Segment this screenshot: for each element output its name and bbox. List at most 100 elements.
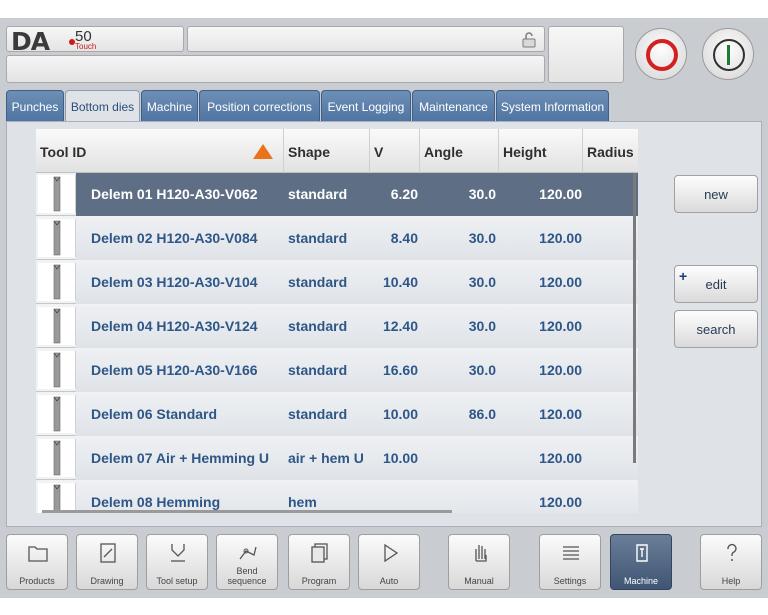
stop-button[interactable]	[635, 28, 687, 80]
cell-v: 16.60	[382, 362, 418, 378]
tab-punches[interactable]: Punches	[6, 90, 64, 122]
cell-height: 120.00	[539, 318, 582, 334]
table-row[interactable]: Delem 02 H120-A30-V084 standard 8.40 30.0 12…	[36, 217, 638, 260]
cell-id: Delem 03 H120-A30-V104	[91, 274, 258, 290]
logo: DA 50 Touch	[6, 26, 184, 56]
table-row[interactable]: Delem 04 H120-A30-V124 standard 12.40 30.0 1…	[36, 305, 638, 348]
col-shape[interactable]: Shape	[284, 129, 370, 173]
machine-label: Machine	[623, 576, 659, 586]
search-button[interactable]: search	[674, 310, 758, 348]
cell-height: 120.00	[539, 362, 582, 378]
auto-button[interactable]: Auto	[358, 534, 420, 590]
cell-height: 120.00	[539, 274, 582, 290]
cell-id: Delem 08 Hemming	[91, 494, 221, 510]
die-thumbnail-icon	[38, 351, 76, 389]
status-bar	[6, 55, 545, 83]
col-radius[interactable]: Radius	[583, 129, 638, 173]
hand-icon	[475, 545, 487, 562]
program-button[interactable]: Program	[288, 534, 350, 590]
settings-button[interactable]: Settings	[539, 534, 601, 590]
tool-setup-icon	[171, 544, 185, 562]
cell-id: Delem 04 H120-A30-V124	[91, 318, 258, 334]
col-v[interactable]: V	[370, 129, 420, 173]
cell-shape: standard	[288, 230, 348, 246]
question-icon	[727, 543, 737, 561]
program-icon	[311, 543, 328, 563]
help-label: Help	[721, 576, 741, 586]
tool-setup-button[interactable]: Tool setup	[146, 534, 208, 590]
cell-id: Delem 06 Standard	[91, 406, 218, 422]
folder-icon	[28, 546, 48, 562]
die-thumbnail-icon	[38, 483, 76, 513]
vertical-scrollbar[interactable]	[633, 173, 636, 463]
table-row[interactable]: Delem 06 Standard standard 10.00 86.0 120.00	[36, 393, 638, 436]
col-angle[interactable]: Angle	[420, 129, 499, 173]
cell-id: Delem 02 H120-A30-V084	[91, 230, 258, 246]
tab-event-logging[interactable]: Event Logging	[321, 90, 411, 122]
cell-angle: 86.0	[468, 406, 496, 422]
cell-v: 10.00	[382, 406, 418, 422]
col-height[interactable]: Height	[499, 129, 583, 173]
cell-shape: standard	[288, 318, 348, 334]
bottom-dies-table: Tool ID Shape V Angle Height Radius Dele…	[36, 129, 638, 513]
header-blank-panel	[548, 26, 624, 83]
cell-angle: 30.0	[468, 362, 496, 378]
cell-shape: standard	[288, 362, 348, 378]
title-bar	[187, 26, 545, 52]
die-thumbnail-icon	[38, 175, 76, 213]
die-thumbnail-icon	[38, 219, 76, 257]
manual-button[interactable]: Manual	[448, 534, 510, 590]
products-button[interactable]: Products	[6, 534, 68, 590]
col-tool-id[interactable]: Tool ID	[36, 129, 284, 173]
cell-height: 120.00	[539, 230, 582, 246]
cell-angle: 30.0	[468, 230, 496, 246]
tab-bottom-dies[interactable]: Bottom dies	[65, 90, 140, 124]
cell-shape: air + hem U	[288, 450, 364, 466]
die-thumbnail-icon	[38, 263, 76, 301]
settings-label: Settings	[553, 576, 587, 586]
unlock-icon[interactable]	[522, 32, 536, 48]
cell-shape: standard	[288, 186, 348, 202]
drawing-icon	[100, 543, 116, 563]
play-icon	[384, 543, 399, 563]
cell-shape: hem	[288, 494, 317, 510]
cell-id: Delem 01 H120-A30-V062	[91, 186, 258, 202]
edit-button[interactable]: + edit	[674, 265, 758, 303]
table-row[interactable]: Delem 05 H120-A30-V166 standard 16.60 30.0 1…	[36, 349, 638, 392]
die-thumbnail-icon	[38, 307, 76, 345]
tab-position-corrections[interactable]: Position corrections	[199, 90, 320, 122]
help-button[interactable]: Help	[700, 534, 762, 590]
start-button[interactable]	[702, 28, 754, 80]
cell-height: 120.00	[539, 494, 582, 510]
cell-v: 6.20	[390, 186, 418, 202]
machine-icon	[636, 544, 648, 562]
table-header: Tool ID Shape V Angle Height Radius	[36, 129, 638, 173]
cell-angle: 30.0	[468, 186, 496, 202]
products-label: Products	[19, 576, 55, 586]
stop-icon	[646, 39, 678, 71]
settings-list-icon	[563, 546, 579, 560]
sort-ascending-icon[interactable]	[253, 144, 273, 159]
cell-shape: standard	[288, 406, 348, 422]
cell-height: 120.00	[539, 450, 582, 466]
tab-machine[interactable]: Machine	[141, 90, 198, 122]
horizontal-scrollbar[interactable]	[42, 510, 452, 513]
tab-system-information[interactable]: System Information	[496, 90, 609, 122]
table-row[interactable]: Delem 01 H120-A30-V062 standard 6.20 30.0 12…	[36, 173, 638, 216]
table-row[interactable]: Delem 08 Hemming hem 120.00	[36, 481, 638, 513]
cell-height: 120.00	[539, 406, 582, 422]
plus-icon: +	[679, 268, 688, 284]
cell-v: 8.40	[390, 230, 418, 246]
logo-sub: Touch	[75, 42, 97, 51]
tab-maintenance[interactable]: Maintenance	[412, 90, 495, 122]
bend-sequence-button[interactable]: Bend sequence	[216, 534, 278, 590]
tool-setup-label: Tool setup	[156, 576, 198, 586]
table-row[interactable]: Delem 07 Air + Hemming U air + hem U 10.00…	[36, 437, 638, 480]
drawing-button[interactable]: Drawing	[76, 534, 138, 590]
table-row[interactable]: Delem 03 H120-A30-V104 standard 10.40 30.0 1…	[36, 261, 638, 304]
machine-button[interactable]: Machine	[610, 534, 672, 590]
new-button[interactable]: new	[674, 175, 758, 213]
die-thumbnail-icon	[38, 395, 76, 433]
start-icon	[727, 45, 730, 65]
bend-sequence-label: Bend sequence	[227, 566, 267, 586]
